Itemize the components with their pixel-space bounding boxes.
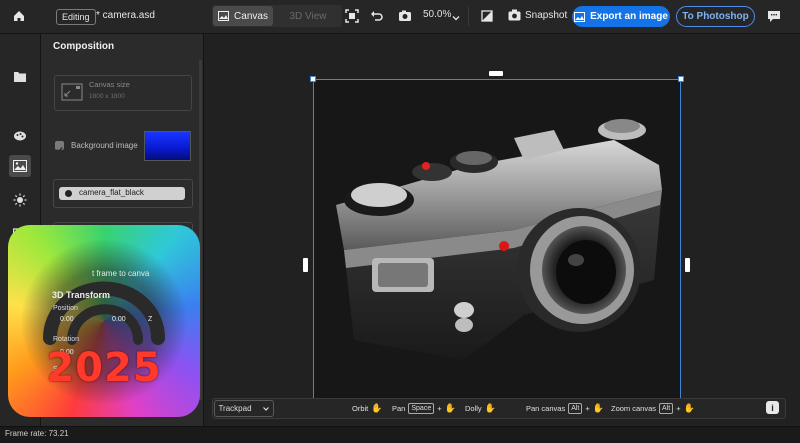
materials-icon [14, 131, 26, 141]
hint-pan: Pan Space + ✋ [392, 403, 456, 414]
gesture-icon: ✋ [484, 403, 496, 413]
rotation-label: Rotation [53, 336, 80, 343]
export-icon [574, 11, 586, 22]
hint-orbit-label: Orbit [352, 404, 369, 413]
check-icon [56, 147, 63, 153]
mode-badge: Editing [56, 9, 96, 25]
chevron-down-icon [262, 406, 269, 411]
rail-lighting-button[interactable] [9, 189, 31, 211]
hint-zoom-canvas-label: Zoom canvas [611, 404, 657, 413]
export-image-button[interactable]: Export an image [572, 6, 670, 27]
position-z-label: Z [148, 316, 153, 323]
snapshot-label: Snapshot [525, 9, 568, 21]
position-x-value[interactable]: 0.00 [60, 316, 74, 323]
chevron-down-icon [452, 16, 460, 21]
canvas-size-value: 1800 x 1800 [89, 93, 125, 100]
rail-composition-button[interactable] [9, 155, 31, 177]
toolbar-divider [468, 7, 469, 26]
resize-handle-right[interactable] [685, 258, 690, 272]
chat-icon [768, 11, 780, 22]
tab-3d-view-label: 3D View [289, 10, 327, 22]
panel-title: Composition [53, 41, 115, 52]
hint-pan-canvas: Pan canvas Alt + ✋ [526, 403, 604, 414]
position-y-value[interactable]: 0.00 [112, 316, 126, 323]
navigation-hints-bar [212, 398, 786, 419]
home-icon [14, 11, 24, 21]
position-label: Position [53, 305, 78, 312]
resize-handle-left[interactable] [303, 258, 308, 272]
logo-year: 2025 [46, 345, 162, 391]
resize-handle-top-right[interactable] [678, 76, 684, 82]
home-button[interactable] [8, 6, 30, 26]
zoom-level[interactable]: 50.0% [423, 9, 451, 20]
input-mode-select[interactable]: Trackpad [214, 400, 274, 417]
status-bar [0, 426, 800, 443]
gesture-icon: ✋ [371, 403, 383, 413]
undo-icon [371, 11, 383, 21]
fit-to-screen-button[interactable] [343, 7, 361, 25]
key-space: Space [408, 403, 435, 414]
fit-icon [345, 9, 359, 23]
canvas-icon [218, 11, 230, 21]
background-image-label: Background image [71, 141, 138, 150]
hint-zoom-canvas: Zoom canvas Alt + ✋ [611, 403, 695, 414]
hint-pan-canvas-label: Pan canvas [526, 404, 566, 413]
hint-dolly-label: Dolly [465, 404, 482, 413]
crop-icon [481, 10, 493, 22]
resize-handle-top-left[interactable] [310, 76, 316, 82]
tab-3d-view[interactable]: 3D View [276, 6, 340, 26]
tab-canvas-label: Canvas [234, 10, 268, 22]
input-mode-value: Trackpad [218, 404, 252, 413]
gesture-icon: ✋ [592, 403, 604, 413]
undo-button[interactable] [368, 7, 386, 25]
to-photoshop-button[interactable]: To Photoshop [676, 6, 755, 27]
render-icon [399, 10, 411, 21]
document-title: * camera.asd [96, 10, 155, 21]
key-alt: Alt [568, 403, 583, 414]
crop-button[interactable] [478, 7, 496, 25]
transform-title: 3D Transform [52, 290, 111, 300]
background-color-swatch[interactable] [144, 131, 191, 161]
environment-icon [13, 160, 27, 172]
camera-3d-model[interactable] [314, 110, 680, 400]
gesture-icon: ✋ [683, 403, 695, 413]
rail-materials-button[interactable] [9, 124, 31, 146]
material-name: camera_flat_black [79, 188, 144, 197]
folder-icon [14, 72, 26, 82]
hint-orbit: Orbit ✋ [352, 403, 382, 414]
gesture-icon: ✋ [444, 403, 456, 413]
canvas-size-label: Canvas size [89, 80, 130, 89]
canvas-size-icon [61, 83, 83, 106]
zoom-dropdown[interactable] [451, 10, 461, 28]
fit-frame-to-canvas-text: t frame to canva [92, 269, 150, 278]
comments-button[interactable] [765, 7, 783, 25]
hint-dolly: Dolly ✋ [465, 403, 496, 414]
snapshot-button[interactable]: Snapshot [508, 9, 567, 21]
frame-rate: Frame rate: 73.21 [5, 429, 69, 438]
render-button[interactable] [396, 7, 414, 25]
export-image-label: Export an image [590, 11, 668, 22]
snapshot-icon [508, 9, 521, 21]
material-icon [65, 190, 72, 197]
hint-pan-label: Pan [392, 404, 406, 413]
resize-handle-top[interactable] [489, 71, 503, 76]
info-button[interactable]: i [766, 401, 779, 414]
key-alt: Alt [659, 403, 674, 414]
light-icon [13, 193, 27, 207]
background-image-checkbox[interactable] [55, 141, 64, 153]
rail-files-button[interactable] [9, 66, 31, 88]
tab-canvas[interactable]: Canvas [213, 6, 273, 26]
